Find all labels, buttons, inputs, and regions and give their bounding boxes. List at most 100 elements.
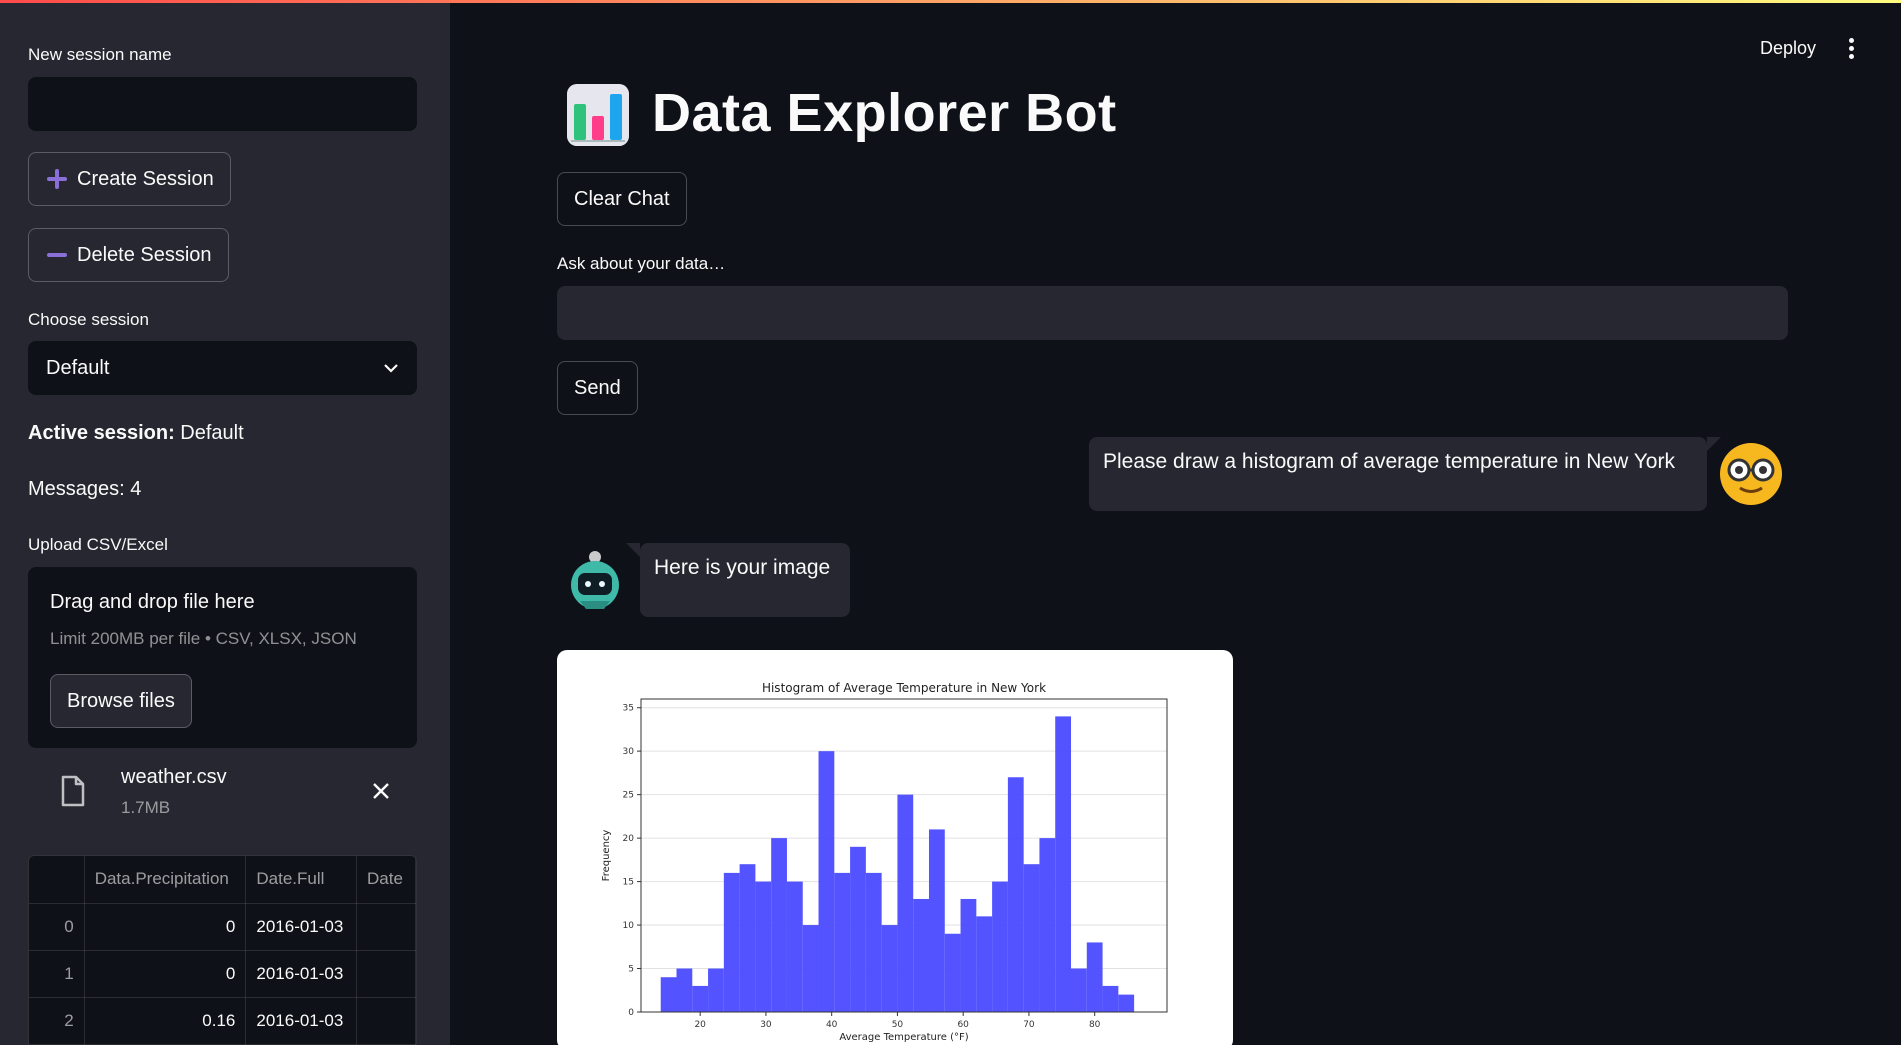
- cell-date-full[interactable]: 2016-01-03: [245, 903, 358, 951]
- table-row: 0 0 2016-01-03: [29, 903, 416, 951]
- chart-title: Histogram of Average Temperature in New …: [762, 681, 1046, 695]
- histogram-bar: [992, 881, 1008, 1012]
- x-axis-label: Average Temperature (°F): [839, 1032, 968, 1043]
- cell-precipitation[interactable]: 0.16: [84, 997, 247, 1045]
- row-index: 2: [29, 997, 85, 1045]
- cell-date-full[interactable]: 2016-01-03: [245, 997, 358, 1045]
- column-header-index: [29, 856, 85, 904]
- create-session-button[interactable]: Create Session: [28, 152, 231, 206]
- histogram-bar: [1007, 777, 1024, 1012]
- histogram-bar: [818, 751, 835, 1012]
- uploaded-file: weather.csv 1.7MB: [28, 760, 417, 830]
- cell-date[interactable]: [356, 950, 416, 998]
- session-select-value: Default: [46, 356, 110, 379]
- column-header-precipitation[interactable]: Data.Precipitation: [84, 856, 247, 904]
- row-index: 1: [29, 950, 85, 998]
- histogram-bar: [834, 872, 851, 1012]
- delete-session-button[interactable]: Delete Session: [28, 228, 229, 282]
- sidebar: New session name Create Session Delete S…: [0, 0, 450, 1045]
- histogram-bar: [913, 898, 929, 1012]
- y-tick-label: 15: [623, 878, 634, 888]
- y-tick-label: 25: [623, 791, 634, 801]
- histogram-bar: [1118, 994, 1135, 1012]
- histogram-bar: [771, 838, 787, 1012]
- histogram-bar: [928, 829, 945, 1012]
- histogram-chart: 0 5 10 15 20 25 30 35 20 30 40 50 60 70 80 Histogram o…: [601, 681, 1168, 1043]
- page-title: Data Explorer Bot: [652, 83, 1117, 143]
- user-message: Please draw a histogram of average tempe…: [1089, 437, 1721, 511]
- new-session-label: New session name: [28, 45, 172, 64]
- dataframe-preview[interactable]: Data.Precipitation Date.Full Date 0 0 20…: [28, 855, 417, 1045]
- histogram-bar: [1086, 942, 1103, 1012]
- x-tick-label: 20: [694, 1020, 706, 1030]
- histogram-bar: [692, 985, 709, 1012]
- x-tick-label: 70: [1023, 1020, 1035, 1030]
- ask-label: Ask about your data…: [557, 254, 726, 273]
- delete-session-label: Delete Session: [77, 243, 212, 266]
- histogram-bar: [850, 846, 866, 1012]
- deploy-button[interactable]: Deploy: [1760, 38, 1816, 59]
- y-tick-label: 5: [628, 965, 634, 975]
- robot-avatar-icon: [571, 551, 619, 609]
- file-size: 1.7MB: [121, 798, 171, 817]
- upload-label: Upload CSV/Excel: [28, 535, 168, 554]
- y-axis-label: Frequency: [601, 830, 612, 882]
- bar-chart-icon: [567, 84, 629, 146]
- table-header-row: Data.Precipitation Date.Full Date: [29, 856, 416, 904]
- x-tick-label: 60: [957, 1020, 969, 1030]
- row-index: 0: [29, 903, 85, 951]
- plus-icon: [47, 169, 67, 189]
- column-header-date[interactable]: Date: [356, 856, 416, 904]
- top-accent-line: [0, 0, 1901, 3]
- active-session-text: Active session: Default: [28, 422, 244, 445]
- histogram-bar: [739, 864, 756, 1012]
- cell-precipitation[interactable]: 0: [84, 950, 247, 998]
- histogram-bar: [960, 898, 977, 1012]
- histogram-bar: [676, 968, 693, 1012]
- new-session-input[interactable]: [28, 77, 417, 131]
- histogram-bar: [802, 925, 819, 1012]
- histogram-bar: [660, 977, 677, 1012]
- y-tick-label: 30: [623, 747, 635, 757]
- cell-date-full[interactable]: 2016-01-03: [245, 950, 358, 998]
- table-row: 2 0.16 2016-01-03: [29, 997, 416, 1045]
- cell-date[interactable]: [356, 997, 416, 1045]
- histogram-bar: [1102, 985, 1119, 1012]
- y-tick-label: 0: [628, 1008, 634, 1018]
- close-icon[interactable]: [370, 780, 392, 802]
- assistant-message: Here is your image: [626, 543, 850, 617]
- histogram-bar: [1055, 716, 1072, 1012]
- histogram-bar: [786, 881, 803, 1012]
- minus-icon: [47, 245, 67, 265]
- histogram-bar: [755, 881, 772, 1012]
- clear-chat-button[interactable]: Clear Chat: [557, 172, 687, 226]
- chevron-down-icon: [384, 364, 398, 373]
- file-dropzone[interactable]: Drag and drop file here Limit 200MB per …: [28, 567, 417, 748]
- column-header-date-full[interactable]: Date.Full: [245, 856, 358, 904]
- histogram-bar: [1023, 864, 1040, 1012]
- histogram-bar: [897, 794, 914, 1012]
- histogram-bar: [976, 916, 993, 1012]
- dropzone-title: Drag and drop file here: [50, 591, 255, 613]
- more-options-icon[interactable]: [1846, 38, 1856, 60]
- histogram-bar: [865, 872, 882, 1012]
- nerd-face-avatar-icon: [1720, 443, 1782, 505]
- x-tick-label: 40: [826, 1020, 838, 1030]
- active-session-value: Default: [180, 422, 244, 444]
- cell-date[interactable]: [356, 903, 416, 951]
- histogram-bar: [944, 933, 961, 1012]
- messages-count: Messages: 4: [28, 478, 142, 500]
- file-icon: [61, 775, 85, 807]
- dropzone-limit: Limit 200MB per file • CSV, XLSX, JSON: [50, 629, 357, 648]
- x-tick-label: 50: [892, 1020, 904, 1030]
- histogram-bar: [881, 925, 898, 1012]
- x-tick-label: 80: [1089, 1020, 1101, 1030]
- active-session-prefix: Active session:: [28, 422, 175, 444]
- choose-session-label: Choose session: [28, 310, 149, 329]
- histogram-bar: [708, 968, 724, 1012]
- ask-input[interactable]: [557, 286, 1788, 340]
- browse-files-button[interactable]: Browse files: [50, 674, 192, 728]
- cell-precipitation[interactable]: 0: [84, 903, 247, 951]
- send-button[interactable]: Send: [557, 361, 638, 415]
- session-select[interactable]: Default: [28, 341, 417, 395]
